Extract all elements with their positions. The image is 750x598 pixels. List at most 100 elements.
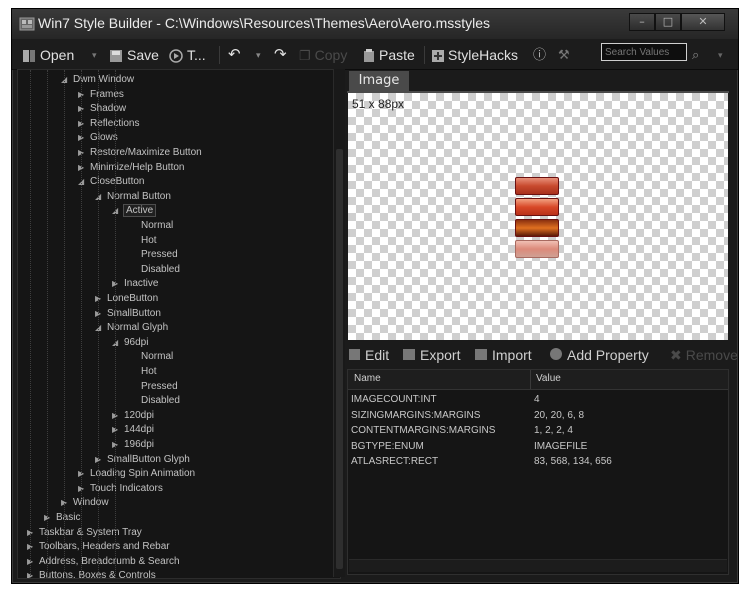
tree-item-label: 144dpi — [124, 424, 155, 436]
tree-item[interactable]: ▶ SmallButton — [95, 307, 161, 320]
export-button[interactable]: Export — [403, 347, 460, 363]
save-icon — [110, 50, 122, 63]
search-input[interactable] — [601, 43, 687, 61]
tree-item-label: 196dpi — [124, 439, 155, 450]
close-button[interactable]: ✕ — [681, 13, 725, 31]
property-name: BGTYPE:ENUM — [351, 440, 424, 452]
tree-item-label: Address, Breadcrumb & Search — [39, 555, 180, 567]
tree-guide-line — [64, 70, 65, 578]
paste-button[interactable]: Paste — [363, 45, 415, 65]
search-icon[interactable]: ⌕ — [692, 45, 699, 65]
image-preview[interactable]: 51 x 88px — [348, 93, 728, 340]
copy-label: Copy — [314, 47, 348, 63]
open-icon — [23, 50, 35, 63]
tree-item-label: Disabled — [141, 395, 180, 407]
tree-item[interactable]: ▶ Inactive — [112, 277, 158, 290]
copy-icon: ❐ — [299, 48, 311, 64]
tree-item[interactable]: ▶ Restore/Maximize Button — [78, 146, 202, 159]
column-header-value[interactable]: Value — [536, 373, 561, 384]
theme-tree[interactable]: ◢ Dwm Window ▶ Frames ▶ Shadow ▶ Reflections ▶ Gl… — [17, 69, 341, 579]
edit-icon — [349, 349, 360, 360]
undo-dropdown-arrow[interactable]: ▾ — [256, 45, 261, 65]
tree-item[interactable]: ▶ Touch Indicators — [78, 482, 163, 495]
tree-guide-line — [81, 70, 82, 578]
tree-item[interactable]: ▶ 144dpi — [112, 423, 154, 436]
tree-item[interactable]: ▶ Window — [61, 496, 109, 509]
tree-item[interactable]: Normal — [129, 219, 173, 232]
tree-item[interactable]: ▶ Minimize/Help Button — [78, 161, 184, 174]
column-header-name[interactable]: Name — [354, 373, 381, 384]
paste-label: Paste — [379, 47, 415, 63]
tab-image[interactable]: Image — [349, 71, 409, 91]
redo-button[interactable]: ↷ — [274, 45, 287, 65]
tree-item[interactable]: ▶ SmallButton Glyph — [95, 453, 190, 466]
tree-item-label: Active — [122, 204, 157, 218]
tree-item[interactable]: ▶ Basic — [44, 511, 80, 524]
save-button[interactable]: Save — [109, 45, 159, 65]
edit-button[interactable]: Edit — [349, 347, 389, 363]
tree-item-label: Basic — [56, 512, 81, 523]
remove-label: Remove — [685, 347, 738, 363]
undo-button[interactable]: ↶ — [228, 45, 241, 65]
title-bar[interactable]: Win7 Style Builder - C:\Windows\Resource… — [12, 9, 738, 39]
add-property-button[interactable]: Add Property — [550, 347, 649, 363]
tree-item[interactable]: Hot — [129, 365, 157, 378]
tree-item[interactable]: Pressed — [129, 380, 178, 393]
tree-item[interactable]: ◢ Normal Glyph — [95, 321, 168, 334]
tree-item[interactable]: ◢ 96dpi — [112, 336, 148, 349]
open-button[interactable]: Open — [22, 45, 74, 65]
tree-item-label: Window — [73, 497, 109, 509]
tree-item[interactable]: Hot — [129, 234, 157, 247]
minimize-button[interactable]: – — [629, 13, 655, 31]
import-button[interactable]: Import — [475, 347, 532, 363]
stylehacks-button[interactable]: StyleHacks — [432, 45, 518, 65]
tree-item[interactable]: ▶ Taskbar & System Tray — [27, 526, 142, 539]
stylehacks-label: StyleHacks — [448, 47, 519, 63]
tree-item[interactable]: ▶ Shadow — [78, 102, 126, 115]
tree-item[interactable]: ▶ Reflections — [78, 117, 139, 130]
property-name: ATLASRECT:RECT — [351, 456, 439, 468]
property-row[interactable]: CONTENTMARGINS:MARGINS 1, 2, 2, 4 — [348, 424, 728, 439]
tree-item[interactable]: Disabled — [129, 394, 180, 407]
tree-item[interactable]: ▶ Frames — [78, 88, 124, 101]
remove-button[interactable]: ✖ Remove — [670, 347, 738, 364]
property-value: 83, 568, 134, 656 — [534, 456, 612, 468]
toolbar-separator — [424, 46, 425, 64]
maximize-button[interactable]: □ — [655, 13, 681, 31]
tree-item[interactable]: ▶ Loading Spin Animation — [78, 467, 195, 480]
tree-item[interactable]: ▶ 120dpi — [112, 409, 154, 422]
tree-item[interactable]: Normal — [129, 350, 173, 363]
property-row[interactable]: ATLASRECT:RECT 83, 568, 134, 656 — [348, 455, 728, 470]
export-label: Export — [420, 347, 461, 363]
tree-scrollbar-thumb[interactable] — [336, 149, 343, 569]
tree-item-label: Normal — [141, 351, 174, 363]
tree-item[interactable]: ▶ 196dpi — [112, 438, 154, 451]
tree-item[interactable]: ◢ Active — [112, 204, 157, 218]
open-dropdown-arrow[interactable]: ▾ — [92, 45, 97, 65]
property-toolbar: Edit Export Import Add Property ✖ Remove — [347, 345, 738, 367]
property-grid[interactable]: Name Value IMAGECOUNT:INT 4 SIZINGMARGINS:… — [347, 369, 729, 575]
tree-item[interactable]: ◢ CloseButton — [78, 175, 144, 188]
paste-icon — [364, 49, 374, 63]
tree-item[interactable]: ▶ Address, Breadcrumb & Search — [27, 555, 180, 568]
tree-scrollbar[interactable] — [333, 69, 345, 577]
property-value: IMAGEFILE — [534, 440, 588, 452]
column-divider[interactable] — [530, 370, 531, 389]
tree-item-label: Glows — [90, 132, 118, 144]
tree-item[interactable]: ▶ LoneButton — [95, 292, 158, 305]
test-icon — [169, 49, 183, 64]
search-dropdown-arrow[interactable]: ▾ — [718, 45, 723, 65]
property-row[interactable]: BGTYPE:ENUM IMAGEFILE — [348, 440, 728, 455]
test-button[interactable]: T... — [169, 45, 206, 65]
tree-item[interactable]: Pressed — [129, 248, 178, 261]
copy-button[interactable]: ❐ Copy — [299, 45, 347, 65]
tree-item[interactable]: Disabled — [129, 263, 180, 276]
grid-horizontal-scrollbar[interactable] — [349, 559, 727, 572]
property-row[interactable]: IMAGECOUNT:INT 4 — [348, 393, 728, 408]
property-row[interactable]: SIZINGMARGINS:MARGINS 20, 20, 6, 8 — [348, 409, 728, 424]
app-window: Win7 Style Builder - C:\Windows\Resource… — [11, 8, 739, 584]
info-icon[interactable]: ⓘ — [533, 45, 546, 65]
tree-item-label: Normal — [141, 220, 174, 231]
wrench-icon[interactable]: ⚒ — [558, 45, 570, 65]
tree-item[interactable]: ◢ Normal Button — [95, 190, 171, 203]
